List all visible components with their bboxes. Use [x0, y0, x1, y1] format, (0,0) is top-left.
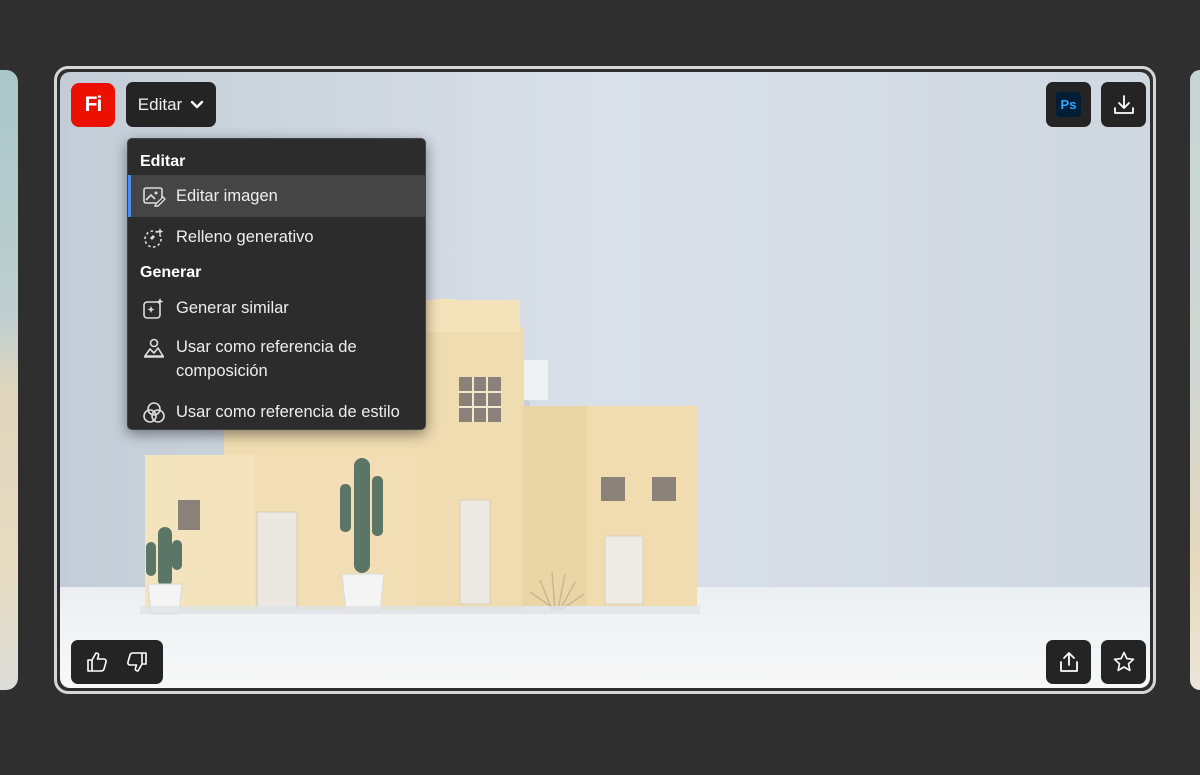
thumbs-down-icon[interactable]	[125, 650, 149, 674]
previous-image-thumbnail[interactable]	[0, 70, 18, 690]
star-icon	[1113, 651, 1134, 672]
download-icon	[1113, 94, 1134, 114]
firefly-logo[interactable]: Fi	[71, 83, 115, 127]
share-icon	[1059, 652, 1078, 672]
generative-fill-icon	[144, 228, 164, 248]
chevron-down-icon	[191, 100, 204, 108]
style-reference-icon	[143, 402, 165, 423]
share-button[interactable]	[1046, 640, 1091, 684]
open-in-photoshop-button[interactable]: Ps	[1046, 82, 1091, 127]
menu-item-style-reference[interactable]: Usar como referencia de estilo	[128, 400, 425, 430]
edit-image-icon	[143, 187, 166, 207]
menu-section-generate: Generar	[140, 264, 202, 281]
photoshop-icon: Ps	[1056, 92, 1081, 117]
feedback-group	[71, 640, 163, 684]
image-frame: Fi Editar Editar Editar imagen Relleno g…	[60, 72, 1150, 688]
menu-item-composition-reference-label: Usar como referencia de composición	[176, 338, 357, 380]
menu-item-edit-image[interactable]: Editar imagen	[128, 175, 425, 217]
favorite-button[interactable]	[1101, 640, 1146, 684]
generate-similar-icon	[143, 298, 164, 319]
menu-item-generative-fill-label: Relleno generativo	[176, 228, 314, 246]
menu-item-composition-reference[interactable]: Usar como referencia de composición	[128, 335, 425, 387]
photoshop-icon-text: Ps	[1060, 97, 1077, 112]
menu-item-generate-similar[interactable]: Generar similar	[128, 296, 425, 328]
firefly-logo-text: Fi	[84, 93, 103, 116]
next-image-thumbnail[interactable]	[1190, 70, 1200, 690]
edit-dropdown-menu: Editar Editar imagen Relleno generativo …	[127, 138, 426, 430]
menu-item-generate-similar-label: Generar similar	[176, 299, 289, 317]
image-card: Fi Editar Editar Editar imagen Relleno g…	[54, 66, 1156, 694]
menu-item-edit-image-label: Editar imagen	[176, 187, 278, 205]
thumbs-up-icon[interactable]	[85, 650, 109, 674]
menu-item-style-reference-label: Usar como referencia de estilo	[176, 403, 400, 421]
composition-reference-icon	[144, 338, 164, 358]
edit-dropdown-button[interactable]: Editar	[126, 82, 216, 127]
menu-section-edit: Editar	[140, 153, 186, 170]
download-button[interactable]	[1101, 82, 1146, 127]
menu-item-generative-fill[interactable]: Relleno generativo	[128, 225, 425, 257]
edit-dropdown-label: Editar	[137, 94, 183, 114]
